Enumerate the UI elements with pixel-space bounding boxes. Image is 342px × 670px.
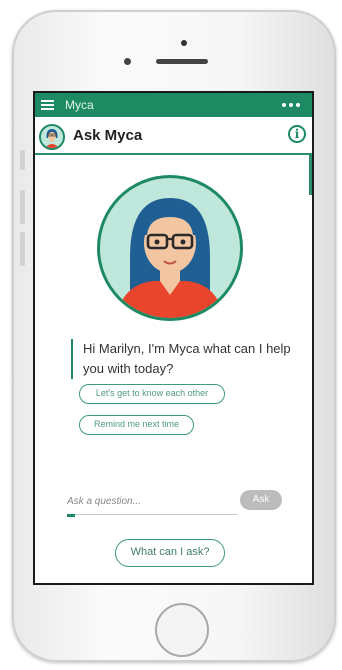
myca-avatar [95, 173, 245, 323]
more-options-icon[interactable] [282, 103, 304, 107]
volume-down-button [20, 232, 25, 266]
what-can-i-ask-button[interactable]: What can I ask? [115, 539, 225, 567]
input-focus-indicator [67, 514, 75, 517]
bot-message: Hi Marilyn, I'm Myca what can I help you… [71, 339, 301, 379]
chat-header: Ask Myca i [35, 117, 312, 155]
hamburger-menu-icon[interactable] [41, 100, 54, 110]
app-screen: Myca Ask Myca i Hi Marilyn, I'm Myca wha… [33, 91, 314, 585]
info-icon[interactable]: i [288, 125, 306, 143]
page-title: Ask Myca [73, 127, 143, 144]
app-bar: Myca [35, 93, 312, 117]
suggestion-get-to-know[interactable]: Let's get to know each other [79, 384, 225, 404]
earpiece-speaker [156, 59, 208, 64]
app-title: Myca [65, 98, 94, 112]
suggestion-remind-me[interactable]: Remind me next time [79, 415, 194, 435]
input-underline [67, 514, 237, 515]
front-camera [181, 40, 187, 46]
ask-button[interactable]: Ask [240, 490, 282, 510]
ask-input[interactable] [67, 491, 232, 511]
avatar [39, 124, 65, 150]
proximity-sensor [124, 58, 131, 65]
mute-switch [20, 150, 25, 170]
volume-up-button [20, 190, 25, 224]
scrollbar[interactable] [309, 155, 312, 195]
home-button[interactable] [155, 603, 209, 657]
